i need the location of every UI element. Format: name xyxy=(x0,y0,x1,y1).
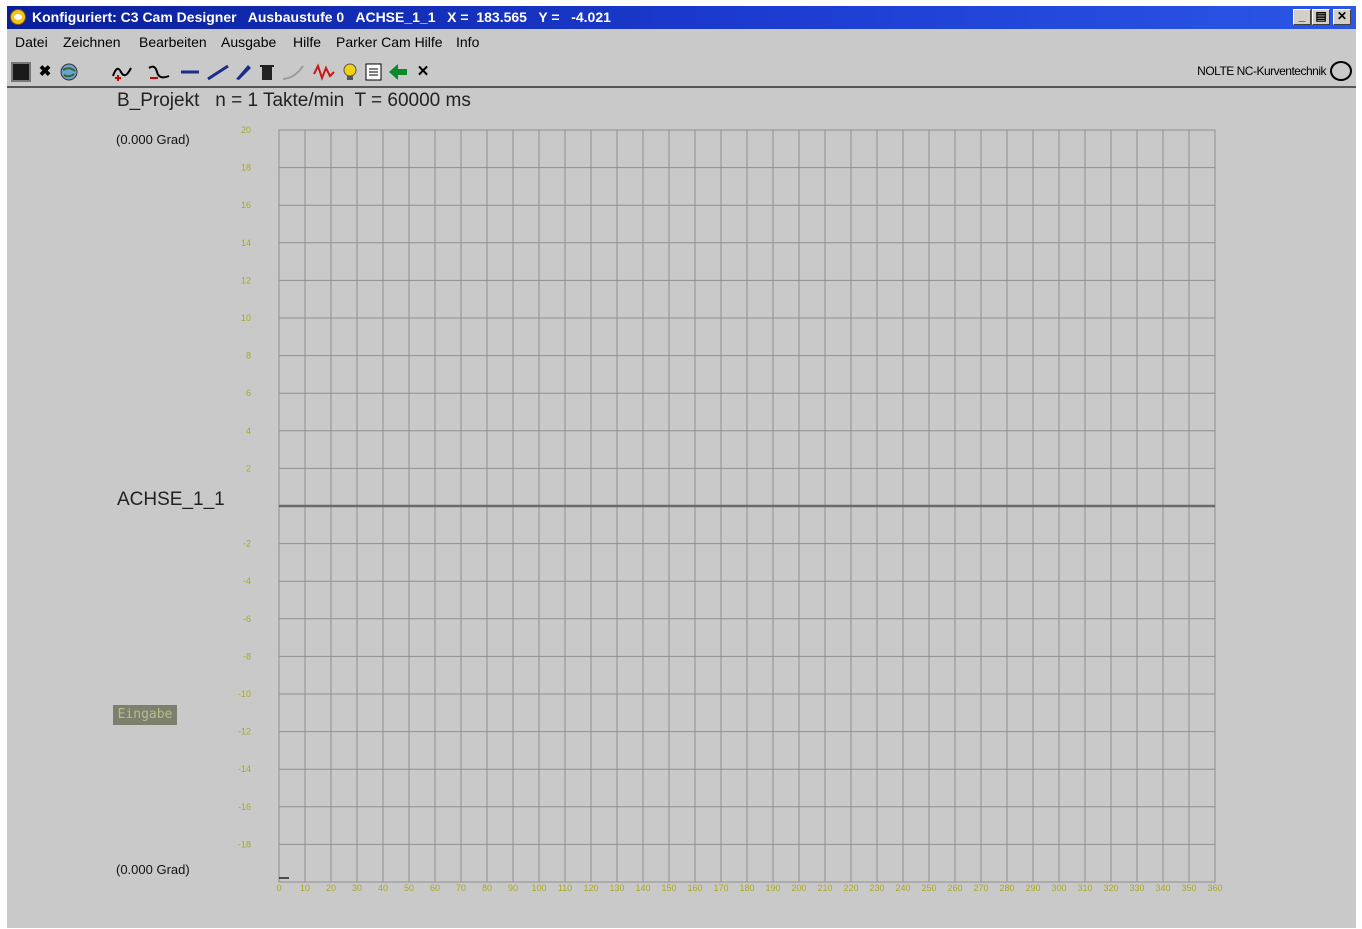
app-window: Konfiguriert: C3 Cam Designer Ausbaustuf… xyxy=(7,6,1356,928)
y-tick-label: -4 xyxy=(243,576,251,586)
x-tick-label: 360 xyxy=(1207,883,1222,893)
x-tick-label: 150 xyxy=(661,883,676,893)
x-tick-label: 240 xyxy=(895,883,910,893)
x-tick-label: 80 xyxy=(482,883,492,893)
x-tick-label: 70 xyxy=(456,883,466,893)
x-tick-label: 90 xyxy=(508,883,518,893)
x-tick-label: 260 xyxy=(947,883,962,893)
y-tick-label: 8 xyxy=(246,351,251,361)
x-tick-label: 30 xyxy=(352,883,362,893)
x-tick-label: 190 xyxy=(765,883,780,893)
y-tick-label: 6 xyxy=(246,388,251,398)
x-tick-label: 140 xyxy=(635,883,650,893)
x-tick-label: 220 xyxy=(843,883,858,893)
cam-chart[interactable]: 0 10 20 30 40 50 60 70 80 90 100 110 120 130 140 150 160… xyxy=(7,6,1356,928)
y-tick-label: -10 xyxy=(238,689,251,699)
x-tick-label: 130 xyxy=(609,883,624,893)
y-tick-label: 20 xyxy=(241,125,251,135)
x-tick-label: 180 xyxy=(739,883,754,893)
y-tick-label: 14 xyxy=(241,238,251,248)
x-tick-label: 290 xyxy=(1025,883,1040,893)
x-tick-label: 200 xyxy=(791,883,806,893)
x-tick-label: 50 xyxy=(404,883,414,893)
y-tick-label: 18 xyxy=(241,163,251,173)
x-tick-label: 350 xyxy=(1181,883,1196,893)
y-tick-label: 4 xyxy=(246,426,251,436)
x-tick-label: 10 xyxy=(300,883,310,893)
x-tick-label: 330 xyxy=(1129,883,1144,893)
x-tick-label: 230 xyxy=(869,883,884,893)
y-tick-label: -8 xyxy=(243,651,251,661)
y-tick-label: 2 xyxy=(246,463,251,473)
y-tick-label: -16 xyxy=(238,802,251,812)
x-tick-label: 110 xyxy=(558,883,572,893)
y-tick-label: -6 xyxy=(243,614,251,624)
x-tick-label: 210 xyxy=(817,883,832,893)
x-tick-label: 100 xyxy=(531,883,546,893)
x-tick-label: 310 xyxy=(1077,883,1092,893)
x-tick-label: 270 xyxy=(973,883,988,893)
x-tick-label: 300 xyxy=(1051,883,1066,893)
x-tick-label: 160 xyxy=(687,883,702,893)
x-tick-label: 0 xyxy=(276,883,281,893)
x-tick-label: 20 xyxy=(326,883,336,893)
x-tick-label: 120 xyxy=(583,883,598,893)
x-tick-label: 250 xyxy=(921,883,936,893)
x-tick-label: 340 xyxy=(1155,883,1170,893)
y-tick-label: 16 xyxy=(241,200,251,210)
y-tick-label: -2 xyxy=(243,539,251,549)
x-tick-label: 170 xyxy=(713,883,728,893)
x-tick-label: 60 xyxy=(430,883,440,893)
y-tick-label: -18 xyxy=(238,839,251,849)
y-tick-label: 10 xyxy=(241,313,251,323)
y-tick-label: 12 xyxy=(241,275,251,285)
x-tick-label: 320 xyxy=(1103,883,1118,893)
x-tick-label: 280 xyxy=(999,883,1014,893)
x-tick-label: 40 xyxy=(378,883,388,893)
y-tick-label: -14 xyxy=(238,764,251,774)
y-tick-label: -12 xyxy=(238,727,251,737)
